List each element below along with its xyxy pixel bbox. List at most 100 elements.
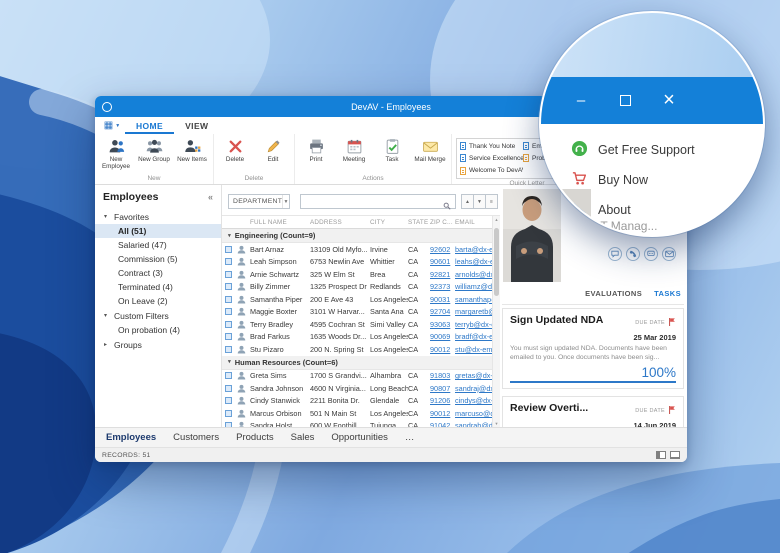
cell-zip-link[interactable]: 91206 xyxy=(430,396,455,405)
column-city[interactable]: CITY xyxy=(370,219,408,226)
tab-view[interactable]: VIEW xyxy=(174,117,219,134)
cell-zip-link[interactable]: 92373 xyxy=(430,282,455,291)
tab-home[interactable]: HOME xyxy=(125,117,174,134)
cell-email-link[interactable]: samanthap@dx-em... xyxy=(455,295,492,304)
scroll-up-icon[interactable]: ▲ xyxy=(493,217,500,222)
sidebar-item-on-probation-4[interactable]: On probation (4) xyxy=(95,323,221,337)
cell-zip-link[interactable]: 90069 xyxy=(430,332,455,341)
meeting-button[interactable]: Meeting xyxy=(335,136,373,171)
mail-button[interactable] xyxy=(662,247,676,261)
app-menu-button[interactable]: ▦▼ xyxy=(99,117,125,134)
cell-zip-link[interactable]: 91803 xyxy=(430,371,455,380)
new-items-button[interactable]: New Items xyxy=(173,136,211,171)
tab-tasks[interactable]: TASKS xyxy=(654,289,681,298)
cell-zip-link[interactable]: 92602 xyxy=(430,245,455,254)
table-row[interactable]: Billy Zimmer1325 Prospect DrRedlandsCA92… xyxy=(222,281,492,294)
thank-you-note-item[interactable]: Thank You Note xyxy=(460,140,523,152)
task-card[interactable]: Review Overti...DUE DATE14 Jun 2019Brett… xyxy=(502,396,684,427)
table-row[interactable]: Bart Arnaz13109 Old Myfo...IrvineCA92602… xyxy=(222,243,492,256)
table-row[interactable]: Samantha Piper200 E Ave 43Los AngelesCA9… xyxy=(222,293,492,306)
phone-button[interactable] xyxy=(626,247,640,261)
collapse-icon[interactable]: « xyxy=(208,192,213,202)
cell-zip-link[interactable]: 90601 xyxy=(430,257,455,266)
table-row[interactable]: Arnie Schwartz325 W Elm StBreaCA92821arn… xyxy=(222,268,492,281)
table-row[interactable]: Brad Farkus1635 Woods Dr...Los AngelesCA… xyxy=(222,331,492,344)
group-row[interactable]: ▾Human Resources (Count=6) xyxy=(222,356,492,370)
task-card[interactable]: Sign Updated NDADUE DATE25 Mar 2019You m… xyxy=(502,308,684,389)
table-row[interactable]: Maggie Boxter3101 W Harvar...Santa AnaCA… xyxy=(222,306,492,319)
maximize-button[interactable] xyxy=(603,77,647,124)
chat-button[interactable] xyxy=(608,247,622,261)
module-tab-opportunities[interactable]: Opportunities xyxy=(331,432,388,443)
cell-email-link[interactable]: sandraj@dx-email... xyxy=(455,384,492,393)
new-group-button[interactable]: New Group xyxy=(135,136,173,171)
delete-button[interactable]: Delete xyxy=(216,136,254,171)
panel-layout-left-icon[interactable] xyxy=(656,451,666,459)
table-row[interactable]: Cindy Stanwick2211 Bonita Dr.GlendaleCA9… xyxy=(222,395,492,408)
service-excellence-item[interactable]: Service Excellence xyxy=(460,152,523,164)
cell-zip-link[interactable]: 90031 xyxy=(430,295,455,304)
cell-email-link[interactable]: gretas@dx-email.co... xyxy=(455,371,492,380)
module-tab-[interactable]: … xyxy=(405,432,415,443)
menu-item-get-free-support[interactable]: Get Free Support xyxy=(541,135,763,165)
column-email[interactable]: EMAIL xyxy=(455,219,492,226)
table-row[interactable]: Sandra Johnson4600 N Virginia...Long Bea… xyxy=(222,382,492,395)
cell-zip-link[interactable]: 90012 xyxy=(430,409,455,418)
scroll-down-icon[interactable]: ▼ xyxy=(493,421,500,426)
panel-layout-bottom-icon[interactable] xyxy=(670,451,680,459)
task-button[interactable]: Task xyxy=(373,136,411,171)
cell-zip-link[interactable]: 92704 xyxy=(430,307,455,316)
table-row[interactable]: Leah Simpson6753 Newlin AveWhittierCA906… xyxy=(222,256,492,269)
print-button[interactable]: Print xyxy=(297,136,335,171)
grid-options-button[interactable]: ≡ xyxy=(485,194,498,209)
sidebar-item-contract-3[interactable]: Contract (3) xyxy=(95,266,221,280)
mail-merge-button[interactable]: Mail Merge xyxy=(411,136,449,171)
sidebar-section-custom-filters[interactable]: ▾Custom Filters xyxy=(95,308,221,323)
sms-button[interactable] xyxy=(644,247,658,261)
cell-zip-link[interactable]: 93063 xyxy=(430,320,455,329)
module-tab-employees[interactable]: Employees xyxy=(106,432,156,443)
cell-email-link[interactable]: williamz@dx-email... xyxy=(455,282,492,291)
new-employee-button[interactable]: New Employee xyxy=(97,136,135,171)
cell-email-link[interactable]: stu@dx-email.com xyxy=(455,345,492,354)
cell-email-link[interactable]: margaretb@dx-em... xyxy=(455,307,492,316)
sidebar-item-all-51[interactable]: All (51) xyxy=(95,224,221,238)
sidebar-item-on-leave-2[interactable]: On Leave (2) xyxy=(95,294,221,308)
cell-email-link[interactable]: cindys@dx-email.co... xyxy=(455,396,492,405)
sidebar-section-favorites[interactable]: ▾Favorites xyxy=(95,209,221,224)
minimize-button[interactable]: – xyxy=(559,77,603,124)
column-zip-c[interactable]: ZIP C... xyxy=(430,219,455,226)
sidebar-section-groups[interactable]: ▸Groups xyxy=(95,337,221,352)
table-row[interactable]: Terry Bradley4595 Cochran StSimi ValleyC… xyxy=(222,318,492,331)
cell-zip-link[interactable]: 92821 xyxy=(430,270,455,279)
sidebar-item-salaried-47[interactable]: Salaried (47) xyxy=(95,238,221,252)
table-row[interactable]: Stu Pizaro200 N. Spring StLos AngelesCA9… xyxy=(222,343,492,356)
cell-zip-link[interactable]: 90012 xyxy=(430,345,455,354)
department-filter[interactable]: DEPARTMENT ▼ xyxy=(228,194,290,209)
tab-evaluations[interactable]: EVALUATIONS xyxy=(585,289,642,298)
cell-email-link[interactable]: terryb@dx-email.c... xyxy=(455,320,492,329)
edit-button[interactable]: Edit xyxy=(254,136,292,171)
search-input[interactable] xyxy=(300,194,456,209)
close-button[interactable]: × xyxy=(647,77,691,124)
table-row[interactable]: Greta Sims1700 S Grandvi...AlhambraCA918… xyxy=(222,370,492,383)
cell-email-link[interactable]: bradf@dx-email.co... xyxy=(455,332,492,341)
cell-email-link[interactable]: barta@dx-email.com xyxy=(455,245,492,254)
column-full-name[interactable]: FULL NAME xyxy=(250,219,310,226)
sidebar-item-commission-5[interactable]: Commission (5) xyxy=(95,252,221,266)
column-state[interactable]: STATE xyxy=(408,219,430,226)
scrollbar-thumb[interactable] xyxy=(494,228,499,296)
table-row[interactable]: Marcus Orbison501 N Main StLos AngelesCA… xyxy=(222,407,492,420)
cell-zip-link[interactable]: 90807 xyxy=(430,384,455,393)
welcome-to-devav-item[interactable]: Welcome To DevAV xyxy=(460,165,523,177)
column-address[interactable]: ADDRESS xyxy=(310,219,370,226)
sidebar-item-terminated-4[interactable]: Terminated (4) xyxy=(95,280,221,294)
module-tab-sales[interactable]: Sales xyxy=(291,432,315,443)
table-row[interactable]: Sandra Holst600 W Foothill...TujungaCA91… xyxy=(222,420,492,428)
module-tab-products[interactable]: Products xyxy=(236,432,274,443)
grid-scrollbar[interactable]: ▲ ▼ xyxy=(492,216,500,427)
cell-email-link[interactable]: leahs@dx-email.com xyxy=(455,257,492,266)
cell-email-link[interactable]: arnolds@dx-email.c... xyxy=(455,270,492,279)
module-tab-customers[interactable]: Customers xyxy=(173,432,219,443)
group-row[interactable]: ▾Engineering (Count=9) xyxy=(222,229,492,243)
